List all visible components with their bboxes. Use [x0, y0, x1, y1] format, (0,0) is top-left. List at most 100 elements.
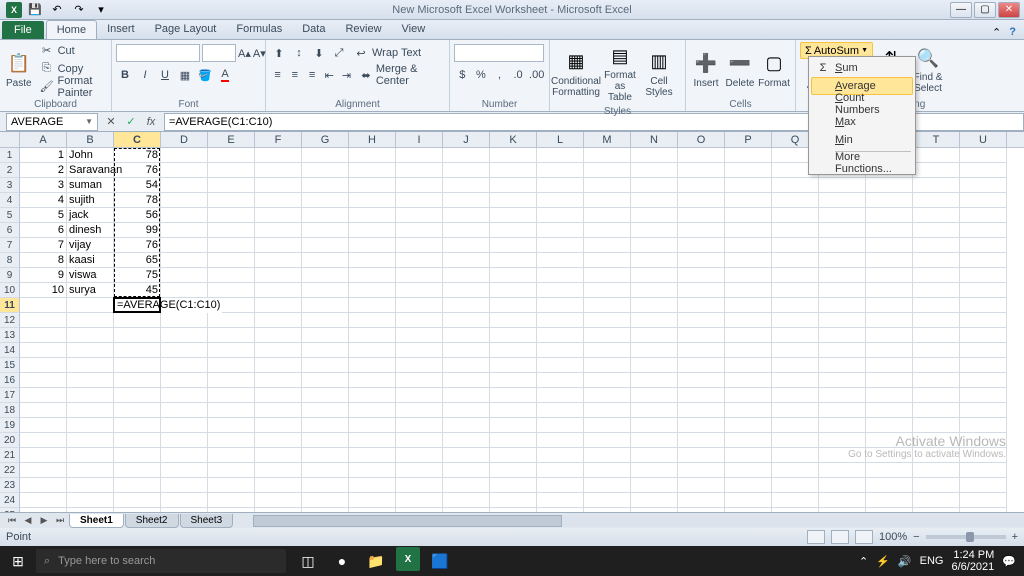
cell-I16[interactable]	[396, 373, 443, 388]
cell-B21[interactable]	[67, 448, 114, 463]
cell-E2[interactable]	[208, 163, 255, 178]
cell-I4[interactable]	[396, 193, 443, 208]
col-header-C[interactable]: C	[114, 132, 161, 147]
cell-N9[interactable]	[631, 268, 678, 283]
cell-H15[interactable]	[349, 358, 396, 373]
cell-J19[interactable]	[443, 418, 490, 433]
cell-G8[interactable]	[302, 253, 349, 268]
cell-B18[interactable]	[67, 403, 114, 418]
cell-T3[interactable]	[913, 178, 960, 193]
cell-F2[interactable]	[255, 163, 302, 178]
cell-F18[interactable]	[255, 403, 302, 418]
cell-Q3[interactable]	[772, 178, 819, 193]
cell-D19[interactable]	[161, 418, 208, 433]
cell-D7[interactable]	[161, 238, 208, 253]
cell-P22[interactable]	[725, 463, 772, 478]
cell-L19[interactable]	[537, 418, 584, 433]
cell-G13[interactable]	[302, 328, 349, 343]
cell-L9[interactable]	[537, 268, 584, 283]
tray-wifi-icon[interactable]: ⚡	[876, 555, 890, 568]
cell-E17[interactable]	[208, 388, 255, 403]
cell-Q4[interactable]	[772, 193, 819, 208]
cell-U19[interactable]	[960, 418, 1007, 433]
cell-F1[interactable]	[255, 148, 302, 163]
cell-B9[interactable]: viswa	[67, 268, 114, 283]
cell-H5[interactable]	[349, 208, 396, 223]
indent-decrease-icon[interactable]: ⇤	[322, 66, 337, 84]
cell-H9[interactable]	[349, 268, 396, 283]
cell-E1[interactable]	[208, 148, 255, 163]
cell-A12[interactable]	[20, 313, 67, 328]
cell-I21[interactable]	[396, 448, 443, 463]
row-header-15[interactable]: 15	[0, 358, 20, 373]
col-header-M[interactable]: M	[584, 132, 631, 147]
cell-G2[interactable]	[302, 163, 349, 178]
cell-Q6[interactable]	[772, 223, 819, 238]
cell-F24[interactable]	[255, 493, 302, 508]
row-header-8[interactable]: 8	[0, 253, 20, 268]
cell-U17[interactable]	[960, 388, 1007, 403]
cell-M13[interactable]	[584, 328, 631, 343]
cell-I12[interactable]	[396, 313, 443, 328]
cell-E3[interactable]	[208, 178, 255, 193]
row-header-14[interactable]: 14	[0, 343, 20, 358]
cell-J5[interactable]	[443, 208, 490, 223]
cell-U6[interactable]	[960, 223, 1007, 238]
cell-A3[interactable]: 3	[20, 178, 67, 193]
cell-N6[interactable]	[631, 223, 678, 238]
cell-O16[interactable]	[678, 373, 725, 388]
cell-J8[interactable]	[443, 253, 490, 268]
cell-N15[interactable]	[631, 358, 678, 373]
cell-N20[interactable]	[631, 433, 678, 448]
ribbon-tab-view[interactable]: View	[392, 20, 436, 39]
cell-A10[interactable]: 10	[20, 283, 67, 298]
cell-M2[interactable]	[584, 163, 631, 178]
cell-P4[interactable]	[725, 193, 772, 208]
cell-L14[interactable]	[537, 343, 584, 358]
cell-P6[interactable]	[725, 223, 772, 238]
cut-button[interactable]: ✂Cut	[36, 42, 107, 59]
cell-K1[interactable]	[490, 148, 537, 163]
grid-area[interactable]: ABCDEFGHIJKLMNOPQRSTU 123456789101112131…	[0, 132, 1024, 522]
cell-R6[interactable]	[819, 223, 866, 238]
ribbon-minimize-icon[interactable]: ⌃	[992, 26, 1001, 39]
cell-N5[interactable]	[631, 208, 678, 223]
cell-U1[interactable]	[960, 148, 1007, 163]
cell-D15[interactable]	[161, 358, 208, 373]
cell-U9[interactable]	[960, 268, 1007, 283]
cell-Q17[interactable]	[772, 388, 819, 403]
cell-T16[interactable]	[913, 373, 960, 388]
cell-I5[interactable]	[396, 208, 443, 223]
row-header-12[interactable]: 12	[0, 313, 20, 328]
cell-P17[interactable]	[725, 388, 772, 403]
cell-U18[interactable]	[960, 403, 1007, 418]
col-header-E[interactable]: E	[208, 132, 255, 147]
insert-cells-button[interactable]: ➕Insert	[690, 42, 722, 98]
cell-M21[interactable]	[584, 448, 631, 463]
cell-C10[interactable]: 45	[114, 283, 161, 298]
cell-K5[interactable]	[490, 208, 537, 223]
cell-P7[interactable]	[725, 238, 772, 253]
cell-A24[interactable]	[20, 493, 67, 508]
cell-D21[interactable]	[161, 448, 208, 463]
cell-R5[interactable]	[819, 208, 866, 223]
cell-I24[interactable]	[396, 493, 443, 508]
align-middle-icon[interactable]: ↕	[290, 44, 308, 62]
cell-O11[interactable]	[678, 298, 725, 313]
font-name-combo[interactable]	[116, 44, 200, 62]
cell-A18[interactable]	[20, 403, 67, 418]
cell-F23[interactable]	[255, 478, 302, 493]
row-header-23[interactable]: 23	[0, 478, 20, 493]
find-select-button[interactable]: 🔍Find & Select	[911, 42, 945, 98]
cell-B4[interactable]: sujith	[67, 193, 114, 208]
cell-H12[interactable]	[349, 313, 396, 328]
cell-O3[interactable]	[678, 178, 725, 193]
cell-E8[interactable]	[208, 253, 255, 268]
cell-U10[interactable]	[960, 283, 1007, 298]
cell-H2[interactable]	[349, 163, 396, 178]
cell-K7[interactable]	[490, 238, 537, 253]
cell-S12[interactable]	[866, 313, 913, 328]
qat-save-icon[interactable]: 💾	[26, 2, 44, 18]
cell-H19[interactable]	[349, 418, 396, 433]
decrease-decimal-icon[interactable]: .00	[528, 66, 545, 84]
